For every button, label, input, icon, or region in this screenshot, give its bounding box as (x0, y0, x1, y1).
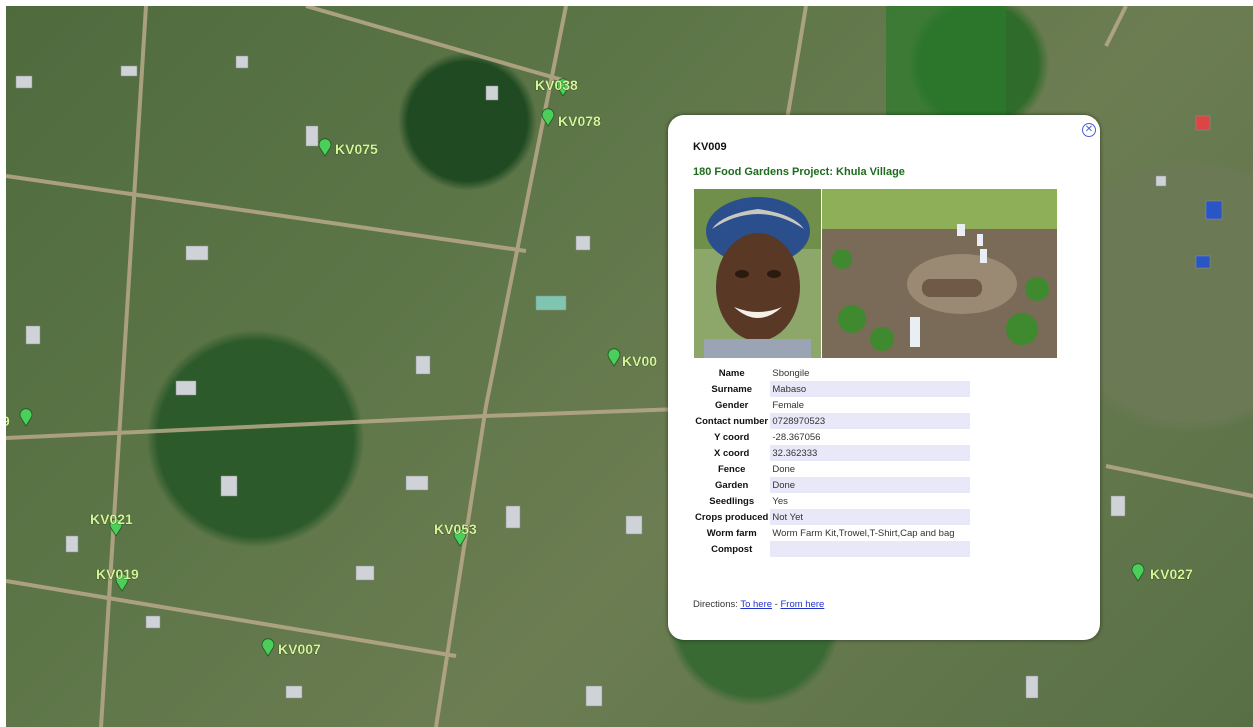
close-icon[interactable]: ✕ (1082, 123, 1096, 137)
popup-title: KV009 (693, 141, 727, 153)
to-here-link[interactable]: To here (740, 599, 772, 610)
detail-row: X coord 32.362333 (693, 445, 971, 461)
detail-key: Fence (717, 463, 746, 475)
directions-label: Directions: (693, 599, 738, 610)
map-marker[interactable]: 9 (6, 408, 33, 429)
marker-pin-icon[interactable] (607, 348, 621, 367)
info-popup: ✕ KV009 180 Food Gardens Project: Khula … (668, 115, 1100, 640)
from-here-link[interactable]: From here (780, 599, 824, 610)
marker-pin-icon[interactable] (261, 638, 275, 657)
detail-value: Mabaso (770, 381, 971, 397)
marker-label: 9 (6, 413, 10, 429)
detail-key: Seedlings (709, 495, 755, 507)
detail-value: Sbongile (772, 367, 810, 379)
directions: Directions: To here - From here (693, 599, 824, 610)
garden-photo (822, 189, 1057, 358)
marker-pin-icon[interactable] (1131, 563, 1145, 582)
marker-label: KV00 (622, 353, 657, 369)
portrait-photo (694, 189, 821, 358)
detail-value (770, 541, 971, 557)
detail-key: Crops produced (695, 511, 769, 523)
detail-key: Name (718, 367, 745, 379)
detail-row: Name Sbongile (693, 365, 970, 381)
detail-value: Yes (772, 495, 788, 507)
detail-row: Contact number 0728970523 (693, 413, 971, 429)
detail-row: Seedlings Yes (693, 493, 970, 509)
map-marker[interactable]: KV007 (261, 638, 321, 657)
detail-key: X coord (714, 447, 750, 459)
detail-value: -28.367056 (772, 431, 821, 443)
detail-value: Worm Farm Kit,Trowel,T-Shirt,Cap and bag (772, 527, 955, 539)
marker-label: KV078 (558, 113, 601, 129)
marker-label: KV019 (96, 566, 139, 582)
marker-label: KV075 (335, 141, 378, 157)
details-table: Name Sbongile Surname Mabaso Gender Female Con… (693, 365, 971, 557)
marker-label: KV053 (434, 521, 477, 537)
marker-label: KV027 (1150, 566, 1193, 582)
detail-row: Surname Mabaso (693, 381, 971, 397)
map-marker[interactable]: KV00 (607, 348, 658, 369)
directions-separator: - (774, 599, 778, 610)
map-marker[interactable]: KV075 (318, 138, 378, 157)
marker-pin-icon[interactable] (318, 138, 332, 157)
detail-row: Gender Female (693, 397, 970, 413)
map-marker[interactable]: KV078 (541, 108, 601, 129)
detail-value: Not Yet (770, 509, 971, 525)
map-marker[interactable]: KV019 (96, 566, 139, 592)
detail-value: Done (772, 463, 796, 475)
detail-value: 0728970523 (770, 413, 971, 429)
detail-key: Gender (715, 399, 749, 411)
detail-row: Crops produced Not Yet (693, 509, 971, 525)
detail-value: Done (770, 477, 971, 493)
detail-row: Fence Done (693, 461, 970, 477)
detail-row: Garden Done (693, 477, 971, 493)
popup-subtitle: 180 Food Gardens Project: Khula Village (693, 166, 905, 178)
marker-label: KV038 (535, 77, 578, 93)
detail-row: Compost (693, 541, 971, 557)
detail-key: Contact number (695, 415, 769, 427)
detail-key: Surname (711, 383, 753, 395)
map-marker[interactable]: KV027 (1131, 563, 1193, 582)
map-marker[interactable]: KV053 (434, 521, 477, 547)
marker-label: KV007 (278, 641, 321, 657)
detail-value: Female (772, 399, 805, 411)
detail-value: 32.362333 (770, 445, 971, 461)
detail-row: Worm farm Worm Farm Kit,Trowel,T-Shirt,Ca… (693, 525, 970, 541)
detail-row: Y coord -28.367056 (693, 429, 970, 445)
detail-key: Garden (715, 479, 749, 491)
detail-key: Compost (711, 543, 753, 555)
marker-pin-icon[interactable] (19, 408, 33, 427)
map-marker[interactable]: KV038 (535, 77, 578, 97)
marker-label: KV021 (90, 511, 133, 527)
detail-key: Worm farm (706, 527, 757, 539)
detail-key: Y coord (714, 431, 750, 443)
